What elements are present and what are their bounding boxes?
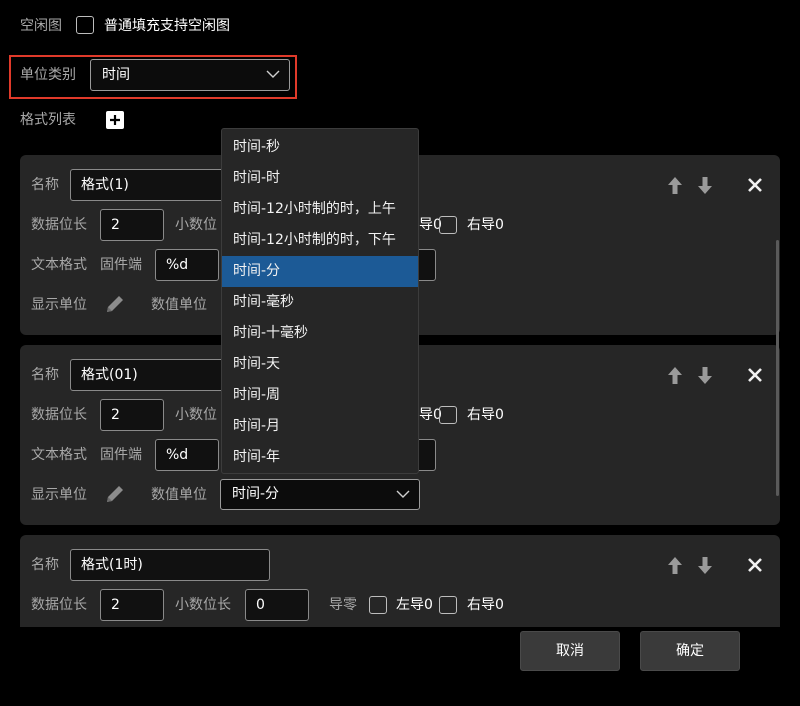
arrow-up-icon[interactable] (664, 174, 686, 196)
lead-right-checkbox[interactable] (439, 406, 457, 424)
decimal-label: 小数位长 (175, 597, 231, 613)
lead-right-label: 右导0 (467, 597, 504, 613)
format-list-label: 格式列表 (20, 112, 76, 128)
value-unit-label: 数值单位 (151, 487, 207, 503)
data-length-value: 2 (111, 407, 120, 423)
format-string-value: %d (166, 447, 189, 463)
close-icon[interactable] (744, 174, 766, 196)
data-length-label: 数据位长 (31, 407, 87, 423)
cancel-button[interactable]: 取消 (520, 631, 620, 671)
data-length-value: 2 (111, 597, 120, 613)
format-string-value: %d (166, 257, 189, 273)
scrollbar[interactable] (776, 240, 779, 496)
data-length-label: 数据位长 (31, 597, 87, 613)
name-label: 名称 (31, 177, 59, 193)
arrow-up-icon[interactable] (664, 364, 686, 386)
dropdown-option[interactable]: 时间-12小时制的时，下午 (222, 225, 418, 256)
arrow-up-icon[interactable] (664, 554, 686, 576)
lead-right-checkbox[interactable] (439, 216, 457, 234)
data-length-input[interactable]: 2 (100, 399, 164, 431)
show-unit-label: 显示单位 (31, 487, 87, 503)
dropdown-option[interactable]: 时间-时 (222, 163, 418, 194)
unit-type-label: 单位类别 (20, 67, 76, 83)
name-value: 格式(1时) (81, 557, 143, 573)
lead-zero-label: 导零 (329, 597, 357, 613)
value-unit-dropdown: 时间-秒 时间-时 时间-12小时制的时，上午 时间-12小时制的时，下午 时间… (221, 128, 419, 474)
lead-right-checkbox[interactable] (439, 596, 457, 614)
unit-type-value: 时间 (102, 67, 130, 83)
dropdown-option[interactable]: 时间-年 (222, 442, 418, 473)
firmware-label: 固件端 (100, 257, 142, 273)
decimal-label: 小数位 (175, 217, 217, 233)
name-label: 名称 (31, 557, 59, 573)
dropdown-option[interactable]: 时间-毫秒 (222, 287, 418, 318)
fill-support-checkbox[interactable] (76, 16, 94, 34)
dropdown-option[interactable]: 时间-12小时制的时，上午 (222, 194, 418, 225)
dropdown-option[interactable]: 时间-周 (222, 380, 418, 411)
data-length-input[interactable]: 2 (100, 589, 164, 621)
value-unit-label: 数值单位 (151, 297, 207, 313)
dropdown-option[interactable]: 时间-月 (222, 411, 418, 442)
format-string-input[interactable]: %d (155, 439, 219, 471)
data-length-label: 数据位长 (31, 217, 87, 233)
arrow-down-icon[interactable] (694, 554, 716, 576)
name-input[interactable]: 格式(1时) (70, 549, 270, 581)
lead-left-checkbox[interactable] (369, 596, 387, 614)
dropdown-option-selected[interactable]: 时间-分 (222, 256, 418, 287)
ok-button[interactable]: 确定 (640, 631, 740, 671)
text-format-label: 文本格式 (31, 447, 87, 463)
decimal-label: 小数位 (175, 407, 217, 423)
arrow-down-icon[interactable] (694, 174, 716, 196)
dropdown-option[interactable]: 时间-十毫秒 (222, 318, 418, 349)
lead-right-label: 右导0 (467, 407, 504, 423)
chevron-down-icon (396, 490, 410, 498)
close-icon[interactable] (744, 554, 766, 576)
value-unit-select[interactable]: 时间-分 (220, 479, 420, 510)
fill-support-label: 普通填充支持空闲图 (104, 18, 230, 34)
firmware-label: 固件端 (100, 447, 142, 463)
pencil-icon[interactable] (104, 483, 126, 505)
decimal-input[interactable]: 0 (245, 589, 309, 621)
pencil-icon[interactable] (104, 293, 126, 315)
name-value: 格式(1) (81, 177, 129, 193)
lead-right-label: 右导0 (467, 217, 504, 233)
arrow-down-icon[interactable] (694, 364, 716, 386)
close-icon[interactable] (744, 364, 766, 386)
dropdown-option[interactable]: 时间-天 (222, 349, 418, 380)
dropdown-option[interactable]: 时间-秒 (222, 132, 418, 163)
name-value: 格式(01) (81, 367, 138, 383)
format-string-input[interactable]: %d (155, 249, 219, 281)
unit-type-select[interactable]: 时间 (90, 59, 290, 91)
idle-label: 空闲图 (20, 18, 62, 34)
data-length-input[interactable]: 2 (100, 209, 164, 241)
show-unit-label: 显示单位 (31, 297, 87, 313)
value-unit-value: 时间-分 (232, 486, 280, 502)
plus-icon[interactable] (106, 111, 124, 129)
chevron-down-icon (266, 70, 280, 78)
data-length-value: 2 (111, 217, 120, 233)
name-label: 名称 (31, 367, 59, 383)
decimal-value: 0 (256, 597, 265, 613)
lead-left-label: 左导0 (396, 597, 433, 613)
text-format-label: 文本格式 (31, 257, 87, 273)
